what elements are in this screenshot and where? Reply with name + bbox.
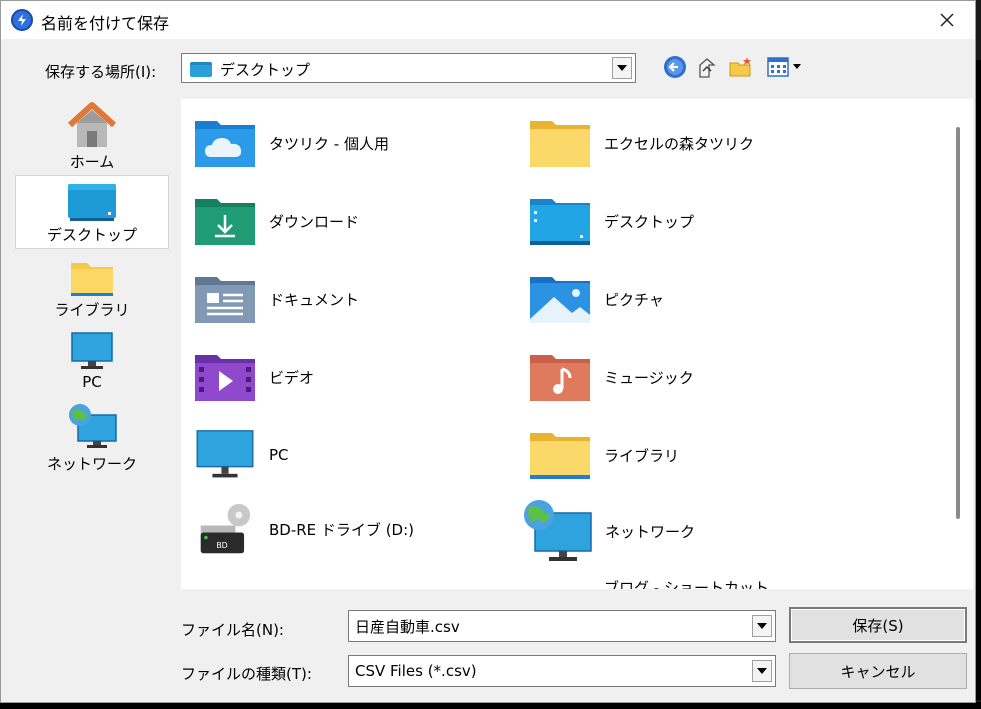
new-folder-icon xyxy=(729,57,751,77)
item-name: タツリク - 個人用 xyxy=(269,134,389,153)
place-home[interactable]: ホーム xyxy=(15,101,169,175)
place-pc[interactable]: PC xyxy=(15,331,169,401)
item-name: ピクチャ xyxy=(604,290,664,309)
file-type-label: ファイルの種類(T): xyxy=(181,665,312,683)
save-in-dropdown-button[interactable] xyxy=(612,57,632,79)
folder-icon xyxy=(193,585,257,589)
item-name: ライブラリ xyxy=(604,446,680,465)
list-item[interactable] xyxy=(193,585,269,589)
list-item[interactable]: ビデオ xyxy=(193,351,314,403)
file-name-dropdown-button[interactable] xyxy=(752,615,772,637)
item-name: BD-RE ドライブ (D:) xyxy=(269,520,414,539)
music-folder-icon xyxy=(530,355,590,401)
svg-text:BD: BD xyxy=(216,541,227,550)
list-item[interactable]: ドキュメント xyxy=(193,273,359,325)
videos-folder-icon xyxy=(195,355,255,401)
save-button[interactable]: 保存(S) xyxy=(789,607,967,643)
file-list[interactable]: タツリク - 個人用 エクセルの森タツリク ダウンロード デスクトップ ドキュメ… xyxy=(181,99,943,589)
library-folder-icon xyxy=(530,433,590,479)
place-desktop[interactable]: デスクトップ xyxy=(15,175,169,249)
save-as-dialog: 名前を付けて保存 保存する場所(I): デスクトップ ホーム デスクトップ ライ… xyxy=(0,0,976,703)
view-menu-icon xyxy=(767,57,801,77)
onedrive-folder-icon xyxy=(195,121,255,167)
pc-icon xyxy=(196,430,254,478)
background-app-bottom xyxy=(0,702,981,709)
list-item[interactable]: タツリク - 個人用 xyxy=(193,117,389,169)
place-label: ライブラリ xyxy=(54,301,130,319)
list-item[interactable]: エクセルの森タツリク xyxy=(528,117,754,169)
list-item[interactable]: PC xyxy=(193,429,289,481)
desktop-icon xyxy=(68,184,116,221)
cancel-button[interactable]: キャンセル xyxy=(789,653,967,689)
list-item[interactable]: ダウンロード xyxy=(193,195,359,247)
item-name: ネットワーク xyxy=(605,522,696,541)
title-bar: 名前を付けて保存 xyxy=(1,1,975,39)
place-label: ホーム xyxy=(69,153,115,171)
list-item[interactable]: ネットワーク xyxy=(521,499,695,563)
scrollbar-thumb[interactable] xyxy=(956,127,960,519)
folder-icon xyxy=(530,121,590,167)
list-item[interactable]: ブログ - ショートカット xyxy=(528,577,769,589)
list-item[interactable]: BD BD-RE ドライブ (D:) xyxy=(193,503,414,555)
file-list-scrollbar[interactable] xyxy=(943,99,973,589)
home-icon xyxy=(67,102,117,147)
new-folder-button[interactable] xyxy=(727,53,755,81)
pc-icon xyxy=(71,332,113,369)
up-folder-icon xyxy=(699,58,716,78)
network-icon xyxy=(69,404,117,448)
list-item[interactable]: ミュージック xyxy=(528,351,694,403)
app-lightning-icon xyxy=(11,9,33,31)
save-in-combo[interactable]: デスクトップ xyxy=(181,53,636,83)
place-label: デスクトップ xyxy=(46,226,137,244)
place-network[interactable]: ネットワーク xyxy=(15,403,169,483)
item-name: PC xyxy=(269,446,289,464)
desktop-folder-icon xyxy=(530,199,590,245)
network-icon xyxy=(524,500,592,561)
place-label: ネットワーク xyxy=(46,455,137,473)
downloads-folder-icon xyxy=(195,199,255,245)
close-icon xyxy=(940,13,954,27)
item-name: ビデオ xyxy=(269,368,315,387)
list-item[interactable]: デスクトップ xyxy=(528,195,694,247)
file-type-select[interactable]: CSV Files (*.csv) xyxy=(348,655,776,687)
place-library[interactable]: ライブラリ xyxy=(15,257,169,327)
save-in-label: 保存する場所(I): xyxy=(45,63,157,81)
item-name: エクセルの森タツリク xyxy=(604,134,755,153)
item-name: ブログ - ショートカット xyxy=(604,579,769,589)
file-name-combo[interactable] xyxy=(348,610,776,642)
folder-icon xyxy=(528,585,592,589)
file-type-dropdown-button[interactable] xyxy=(752,660,772,682)
library-icon xyxy=(71,263,113,296)
item-name: ミュージック xyxy=(604,368,694,387)
file-type-value: CSV Files (*.csv) xyxy=(355,662,477,680)
item-name: ドキュメント xyxy=(269,290,360,309)
pictures-folder-icon xyxy=(530,277,590,323)
documents-folder-icon xyxy=(195,277,255,323)
places-bar: ホーム デスクトップ ライブラリ PC ネットワーク xyxy=(15,97,171,497)
back-icon xyxy=(664,56,686,78)
desktop-mini-icon xyxy=(190,62,212,77)
bd-drive-icon: BD xyxy=(200,503,251,554)
view-menu-button[interactable] xyxy=(765,53,805,81)
place-label: PC xyxy=(82,373,102,391)
item-name: ダウンロード xyxy=(269,212,360,231)
file-name-input[interactable] xyxy=(355,615,745,637)
back-button[interactable] xyxy=(661,53,689,81)
item-name: デスクトップ xyxy=(604,212,695,231)
save-in-value: デスクトップ xyxy=(220,61,311,79)
up-folder-button[interactable] xyxy=(693,53,721,81)
list-item[interactable]: ピクチャ xyxy=(528,273,664,325)
window-title: 名前を付けて保存 xyxy=(41,14,170,33)
close-button[interactable] xyxy=(929,5,965,35)
list-item[interactable]: ライブラリ xyxy=(528,429,679,481)
file-name-label: ファイル名(N): xyxy=(181,621,284,639)
